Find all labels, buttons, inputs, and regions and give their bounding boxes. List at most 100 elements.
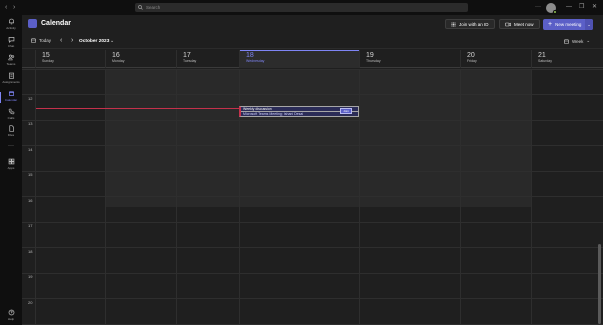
join-meeting-button[interactable]: Join bbox=[340, 108, 352, 114]
rail-item-calendar[interactable]: Calendar bbox=[0, 90, 22, 108]
more-icon: ··· bbox=[8, 143, 14, 149]
day-header[interactable]: 17 Tuesday bbox=[176, 50, 239, 68]
search-input[interactable]: Search bbox=[135, 3, 468, 12]
view-label: Week bbox=[572, 38, 584, 44]
phone-icon bbox=[8, 108, 14, 115]
day-number: 19 bbox=[366, 52, 374, 59]
close-icon[interactable]: ✕ bbox=[592, 2, 597, 12]
rail-item-teams[interactable]: Teams bbox=[0, 54, 22, 72]
hour-line bbox=[22, 196, 603, 197]
forward-icon[interactable]: › bbox=[13, 3, 15, 12]
day-number: 20 bbox=[467, 52, 475, 59]
hour-label: 17 bbox=[28, 223, 33, 228]
scrollbar[interactable] bbox=[598, 244, 601, 324]
hour-label: 16 bbox=[28, 198, 33, 203]
day-number: 17 bbox=[183, 52, 191, 59]
event-subtitle: Microsoft Teams Meeting; Ishani Desai bbox=[243, 112, 304, 116]
day-name: Tuesday bbox=[183, 59, 197, 63]
today-label: Today bbox=[39, 38, 52, 43]
chevron-down-icon: ⌄ bbox=[587, 22, 591, 27]
day-header-today[interactable]: 18 Wednesday bbox=[239, 50, 359, 68]
rail-item-chat[interactable]: Chat bbox=[0, 36, 22, 54]
day-name: Saturday bbox=[538, 59, 553, 63]
column-divider bbox=[359, 69, 360, 325]
app-rail: Activity Chat Teams Assignments Calendar… bbox=[0, 15, 22, 325]
hour-label: 18 bbox=[28, 249, 33, 254]
hour-label: 15 bbox=[28, 172, 33, 177]
today-icon bbox=[31, 38, 36, 43]
month-selector[interactable]: October 2023 bbox=[79, 39, 109, 44]
meet-now-button[interactable]: Meet now bbox=[499, 19, 540, 29]
day-name: Sunday bbox=[42, 59, 54, 63]
bell-icon bbox=[8, 18, 14, 25]
join-label: Join bbox=[343, 109, 349, 113]
day-number: 15 bbox=[42, 52, 50, 59]
day-number: 16 bbox=[112, 52, 120, 59]
apps-icon bbox=[8, 158, 14, 165]
calendar-view-icon bbox=[564, 38, 569, 44]
hour-label: 14 bbox=[28, 147, 33, 152]
file-icon bbox=[8, 125, 14, 132]
rail-item-help[interactable]: Help bbox=[0, 309, 22, 325]
today-button[interactable]: Today bbox=[31, 38, 51, 43]
calendar-main: Calendar Join with an ID Meet now + New … bbox=[22, 15, 603, 325]
rail-label: Apps bbox=[7, 166, 15, 170]
restore-icon[interactable]: ❐ bbox=[579, 2, 584, 12]
event-card[interactable]: Weekly discussion Microsoft Teams Meetin… bbox=[239, 106, 359, 117]
help-icon bbox=[8, 309, 14, 316]
previous-week-icon[interactable]: ‹ bbox=[60, 37, 62, 45]
back-icon[interactable]: ‹ bbox=[5, 3, 7, 12]
day-header[interactable]: 20 Friday bbox=[460, 50, 531, 68]
meet-now-label: Meet now bbox=[514, 21, 534, 27]
column-divider bbox=[531, 69, 532, 325]
calendar-toolbar: Today ‹ › October 2023 ⌄ Week ⌄ bbox=[22, 35, 603, 49]
hour-label: 12 bbox=[28, 96, 33, 101]
search-placeholder: Search bbox=[146, 5, 161, 10]
calendar-icon bbox=[8, 91, 14, 96]
hour-line bbox=[22, 298, 603, 299]
hour-line bbox=[22, 273, 603, 274]
avatar[interactable] bbox=[546, 3, 557, 14]
hour-line bbox=[22, 145, 603, 146]
new-meeting-dropdown-button[interactable]: ⌄ bbox=[585, 19, 593, 30]
week-grid[interactable]: 12 13 14 15 16 17 18 19 20 21 Weekly dis… bbox=[22, 69, 603, 325]
day-header[interactable]: 19 Thursday bbox=[359, 50, 460, 68]
more-options-icon[interactable]: ··· bbox=[535, 2, 541, 12]
day-header[interactable]: 16 Monday bbox=[105, 50, 176, 68]
assignments-icon bbox=[8, 72, 14, 79]
rail-label: Activity bbox=[6, 26, 16, 30]
rail-label: Assignments bbox=[2, 80, 20, 84]
day-number: 21 bbox=[538, 52, 546, 59]
rail-label: Files bbox=[7, 133, 15, 137]
hour-line bbox=[22, 222, 603, 223]
rail-item-activity[interactable]: Activity bbox=[0, 18, 22, 36]
hour-label: 13 bbox=[28, 121, 33, 126]
teams-window: ‹ › Search ··· — ❐ ✕ Activity Chat Teams… bbox=[0, 0, 603, 325]
rail-item-assignments[interactable]: Assignments bbox=[0, 72, 22, 90]
hour-line bbox=[22, 247, 603, 248]
calendar-header: Calendar Join with an ID Meet now + New … bbox=[22, 15, 603, 35]
hour-line bbox=[22, 69, 603, 70]
minimize-icon[interactable]: — bbox=[566, 2, 572, 12]
rail-item-files[interactable]: Files bbox=[0, 125, 22, 143]
chevron-down-icon[interactable]: ⌄ bbox=[110, 38, 114, 44]
rail-label: Chat bbox=[7, 44, 15, 48]
plus-icon: + bbox=[548, 20, 553, 28]
day-number: 18 bbox=[246, 52, 254, 59]
day-header[interactable]: 15 Sunday bbox=[35, 50, 105, 68]
next-week-icon[interactable]: › bbox=[71, 37, 73, 45]
hour-line bbox=[22, 120, 603, 121]
search-icon bbox=[138, 5, 143, 10]
join-with-id-button[interactable]: Join with an ID bbox=[445, 19, 495, 29]
day-header-row: 15 Sunday 16 Monday 17 Tuesday 18 Wednes… bbox=[22, 50, 603, 68]
rail-item-apps[interactable]: Apps bbox=[0, 158, 22, 176]
rail-label: Calls bbox=[7, 116, 15, 120]
video-icon bbox=[505, 22, 511, 26]
day-header[interactable]: 21 Saturday bbox=[531, 50, 603, 68]
rail-item-calls[interactable]: Calls bbox=[0, 108, 22, 126]
view-switcher-button[interactable]: Week ⌄ bbox=[564, 38, 590, 44]
day-name: Friday bbox=[467, 59, 477, 63]
column-divider bbox=[460, 69, 461, 325]
day-name: Thursday bbox=[366, 59, 381, 63]
day-name: Monday bbox=[112, 59, 125, 63]
